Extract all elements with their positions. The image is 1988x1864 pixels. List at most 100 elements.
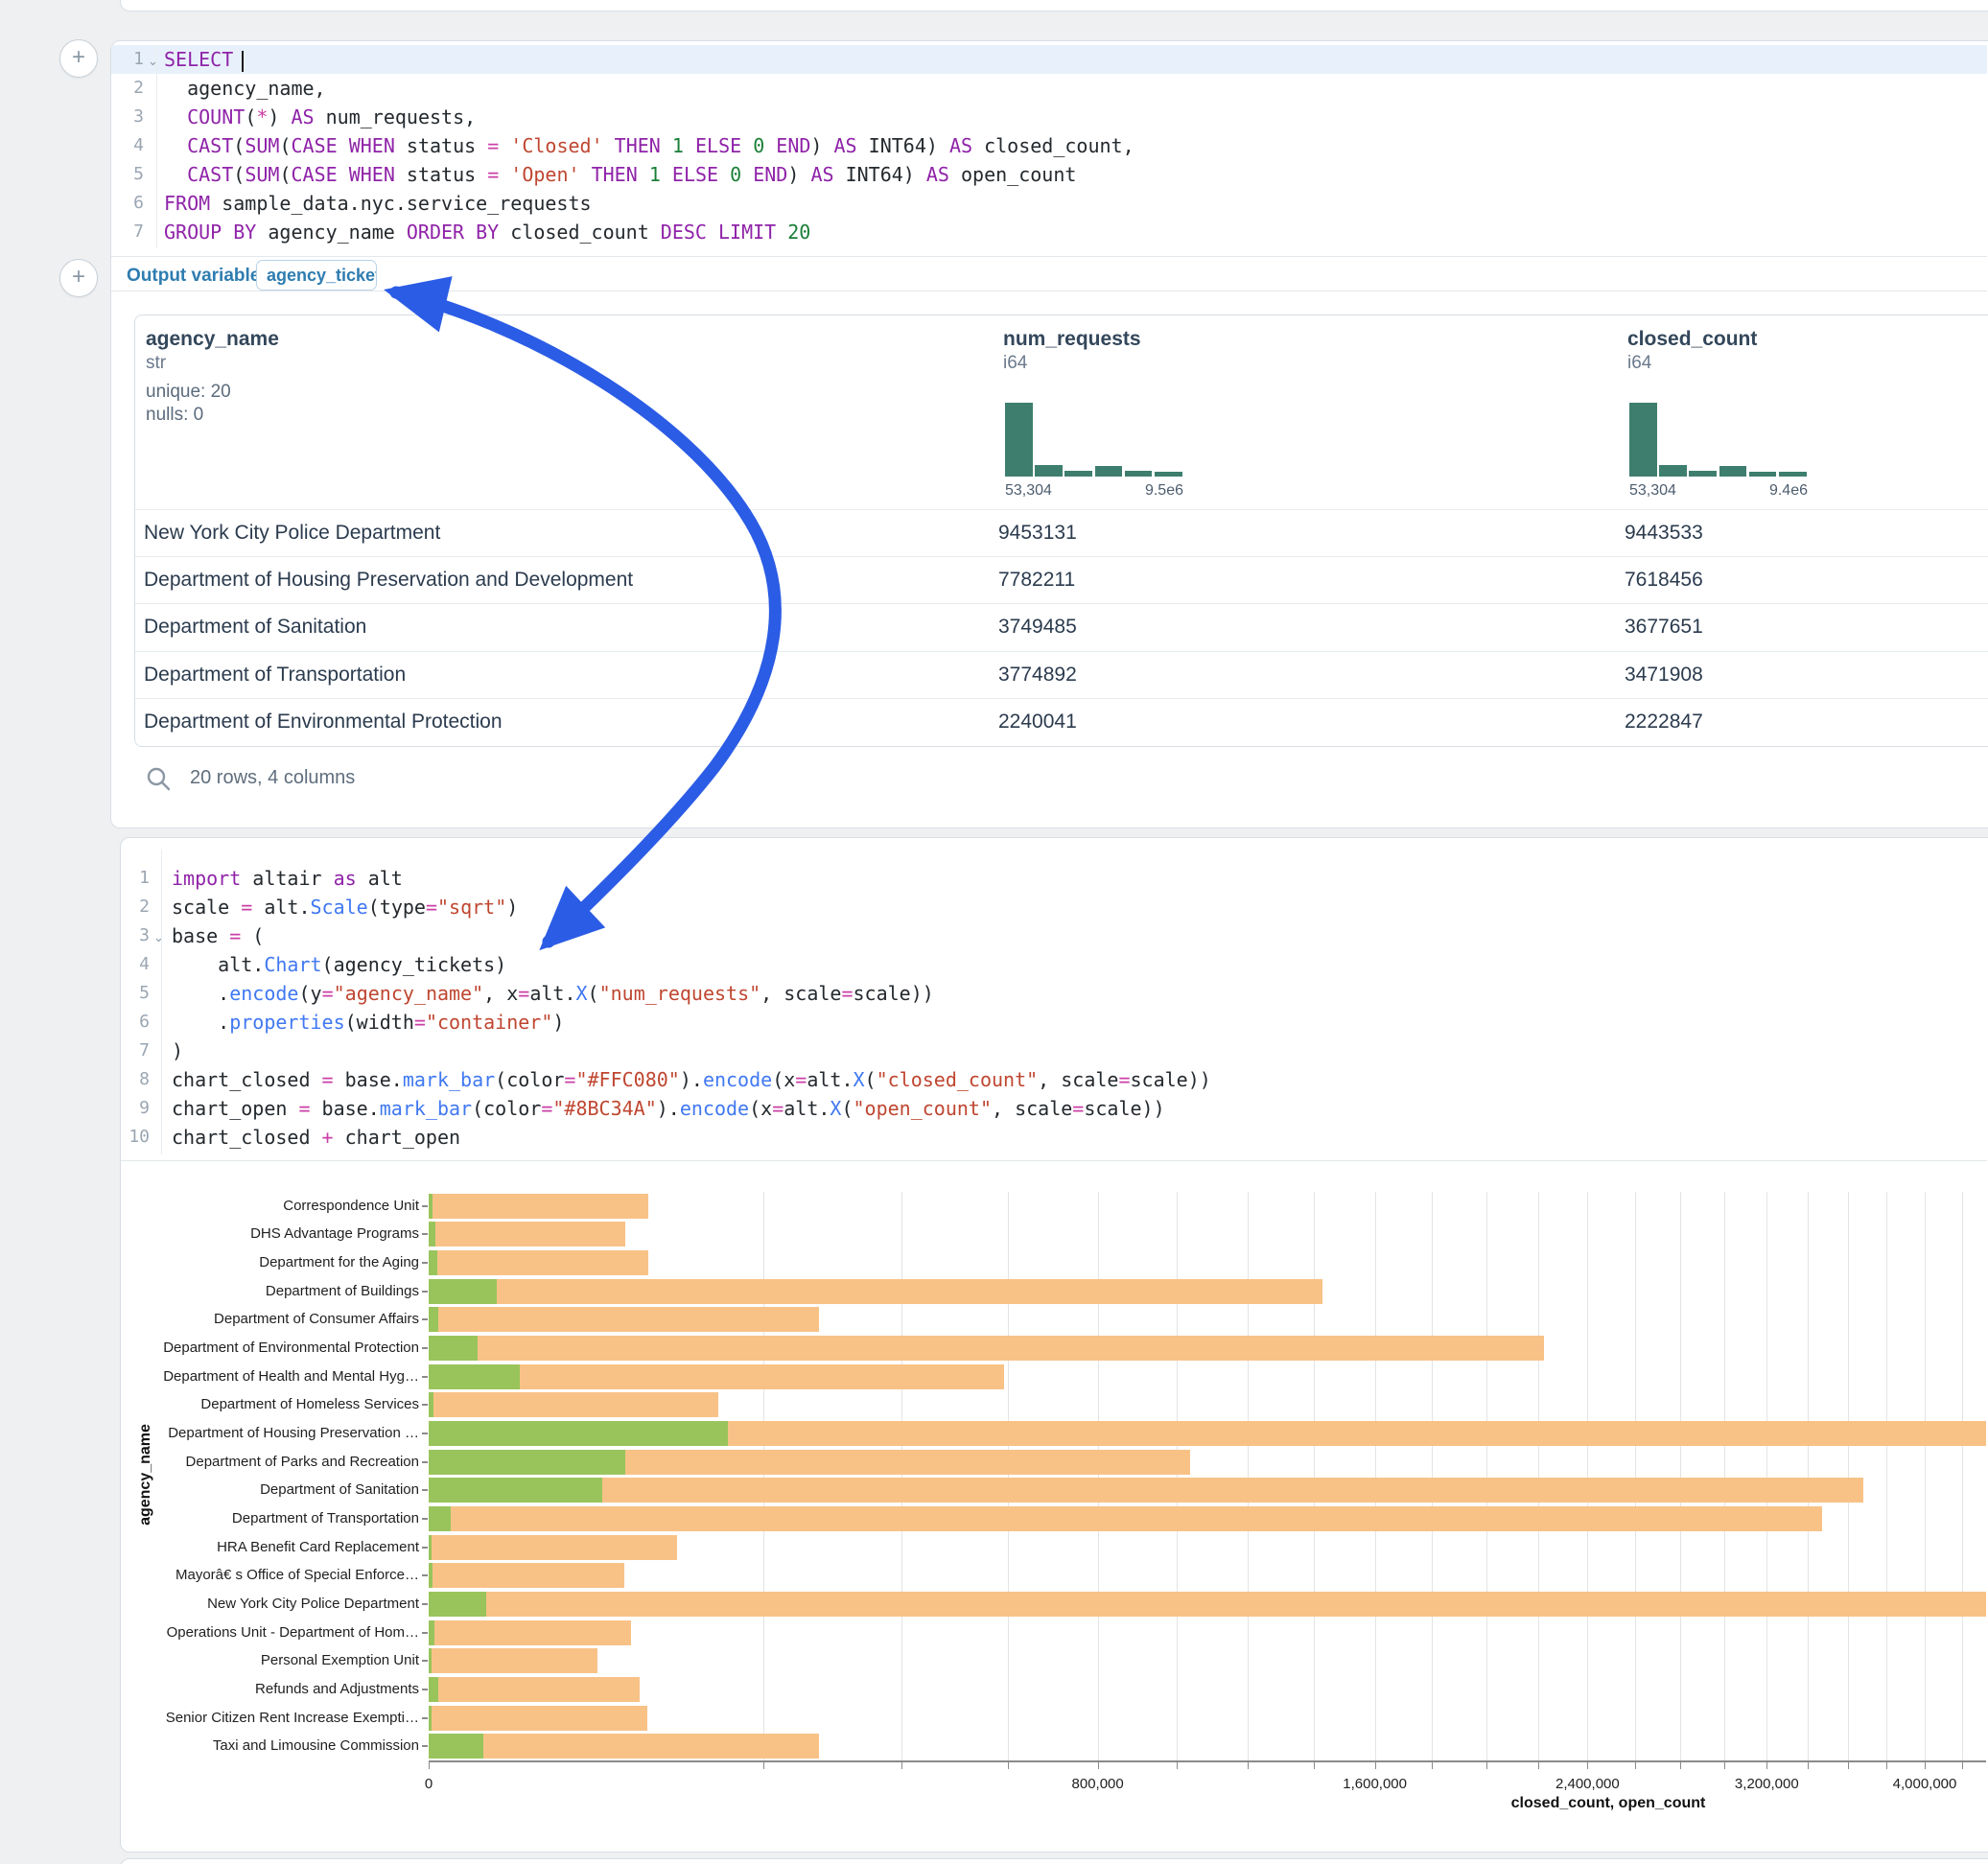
code-token: chart_closed (172, 1068, 322, 1091)
code-token: (width (345, 1011, 414, 1034)
table-cell: 9453131 (998, 509, 1077, 556)
code-token: ( (841, 1097, 853, 1120)
output-variable-pill[interactable]: agency_tickets (256, 260, 377, 291)
line-number: 2 (115, 893, 150, 921)
code-token: Scale (311, 896, 368, 919)
chart-x-tick (1248, 1762, 1249, 1769)
code-token: chart_closed (172, 1126, 322, 1149)
text-cursor (242, 51, 244, 72)
code-token: ( (241, 924, 264, 947)
code-token: + (322, 1126, 334, 1149)
code-token (764, 134, 776, 157)
chart-x-tick (1808, 1762, 1809, 1769)
histogram-bar (1779, 472, 1807, 477)
code-token: AS (834, 134, 857, 157)
code-token (164, 105, 187, 128)
code-token: , scale (1038, 1068, 1118, 1091)
chart-y-tick (422, 1632, 428, 1634)
column-header-closed_count[interactable]: closed_count (1627, 328, 1757, 351)
table-cell: Department of Transportation (144, 651, 406, 698)
code-token: X (576, 982, 588, 1005)
code-token: 0 (730, 163, 741, 186)
code-token (638, 163, 649, 186)
table-cell: New York City Police Department (144, 509, 440, 556)
chart-x-tick (429, 1762, 430, 1769)
chart-y-tick (422, 1404, 428, 1406)
code-token (164, 134, 187, 157)
code-token: = (414, 1011, 426, 1034)
table-cell: 3677651 (1625, 603, 1703, 650)
code-token: ). (657, 1097, 680, 1120)
bar-open-count (429, 1364, 520, 1389)
code-line: chart_closed = base.mark_bar(color="#FFC… (172, 1065, 1211, 1094)
code-token: properties (229, 1011, 344, 1034)
histogram-bar (1719, 466, 1747, 477)
code-token: = (322, 1068, 334, 1091)
output-variable-value: agency_tickets (267, 266, 377, 285)
bar-open-count (429, 1478, 602, 1503)
chart-x-tick (1848, 1762, 1849, 1769)
bar-closed-count (429, 1336, 1544, 1361)
code-token: = (564, 1068, 575, 1091)
add-cell-button-top[interactable]: + (59, 39, 98, 78)
chart-x-tick (901, 1762, 902, 1769)
code-token (603, 134, 615, 157)
code-token (661, 163, 672, 186)
chart-y-tick (422, 1745, 428, 1747)
code-token: base. (311, 1097, 380, 1120)
notebook-page: + + 1⌄SELECT2 agency_name,3 COUNT(*) AS … (0, 0, 1988, 1864)
code-token: ( (279, 163, 291, 186)
column-header-agency_name[interactable]: agency_name (146, 328, 279, 351)
bar-open-count (429, 1250, 437, 1275)
active-line-highlight (111, 45, 1987, 74)
column-header-num_requests[interactable]: num_requests (1003, 328, 1141, 351)
code-token: agency_name, (164, 77, 326, 100)
code-token: = (322, 982, 334, 1005)
fold-chevron-icon[interactable]: ⌄ (153, 922, 164, 951)
code-token: (y (298, 982, 321, 1005)
search-icon[interactable] (146, 766, 171, 791)
code-token (580, 163, 592, 186)
bar-open-count (429, 1450, 625, 1475)
code-token (164, 163, 187, 186)
histogram-bar (1095, 466, 1123, 477)
code-token: status (395, 163, 487, 186)
code-token: (x (772, 1068, 795, 1091)
code-token: DESC (661, 221, 707, 244)
code-token: ) (172, 1039, 183, 1062)
bar-closed-count (429, 1677, 640, 1702)
line-number: 3 (113, 103, 144, 131)
chart-y-label: Senior Citizen Rent Increase Exempti… (153, 1710, 419, 1726)
add-cell-button-output[interactable]: + (59, 259, 98, 297)
histogram-bar (1749, 472, 1777, 477)
chart-y-tick (422, 1518, 428, 1520)
bar-closed-count (429, 1250, 648, 1275)
code-token: 0 (753, 134, 764, 157)
chart-y-tick (422, 1205, 428, 1207)
code-token: SELECT (164, 48, 233, 71)
column-meta: unique: 20 (146, 382, 231, 403)
histogram-bar (1125, 471, 1153, 477)
line-number: 7 (115, 1037, 150, 1065)
code-token: scale)) (854, 982, 934, 1005)
chart-y-tick (422, 1291, 428, 1293)
code-token: CASE (291, 134, 337, 157)
code-token: , scale (760, 982, 841, 1005)
code-token: = (229, 924, 241, 947)
code-line: alt.Chart(agency_tickets) (172, 950, 506, 979)
line-number: 5 (113, 160, 144, 189)
line-number: 4 (113, 131, 144, 160)
line-number: 5 (115, 979, 150, 1008)
code-token: "closed_count" (877, 1068, 1039, 1091)
code-line: import altair as alt (172, 864, 403, 893)
code-token: "sqrt" (437, 896, 506, 919)
code-token: ( (233, 163, 245, 186)
line-number: 10 (115, 1123, 150, 1152)
code-line: chart_open = base.mark_bar(color="#8BC34… (172, 1094, 1165, 1123)
code-token: ELSE (672, 163, 718, 186)
code-token: (x (749, 1097, 772, 1120)
chart-y-label: Operations Unit - Department of Hom… (153, 1624, 419, 1641)
code-token: = (1072, 1097, 1084, 1120)
chart-gridline (1962, 1192, 1963, 1760)
code-token: agency_name (256, 221, 407, 244)
